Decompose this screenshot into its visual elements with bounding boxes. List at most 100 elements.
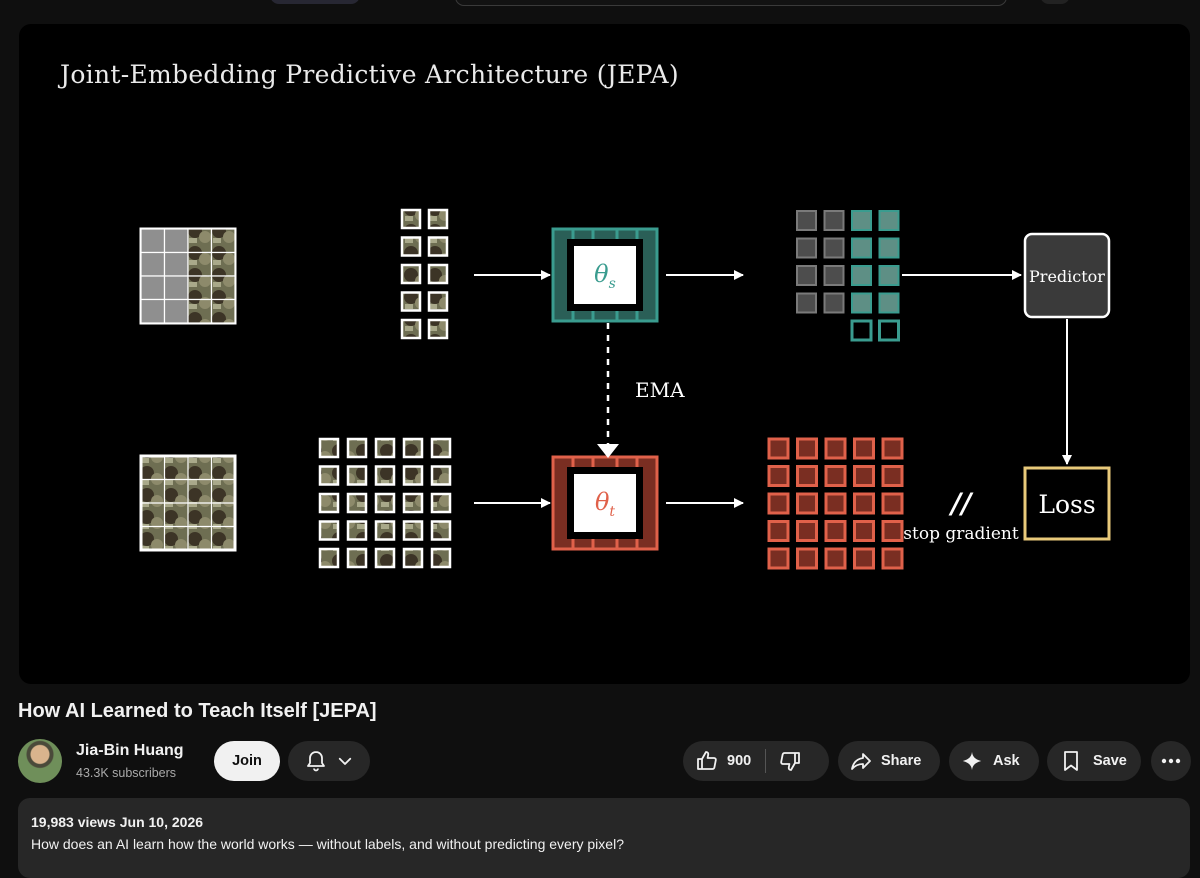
- masked-image-patch: [163, 228, 189, 254]
- target-embedding: [824, 492, 847, 515]
- context-embedding: [796, 237, 817, 259]
- target-input-patch: [430, 547, 452, 569]
- masked-image-patch: [187, 275, 213, 301]
- target-input-patch: [318, 437, 340, 459]
- masked-image-patch: [187, 251, 213, 277]
- target-input-patch: [402, 437, 424, 459]
- top-icon-button[interactable]: [1040, 0, 1070, 4]
- predictor-label: Predictor: [1029, 267, 1105, 286]
- target-embedding: [853, 520, 875, 542]
- masked-image-patch: [210, 275, 236, 301]
- context-embedding: [823, 210, 845, 231]
- target-embedding: [767, 437, 790, 460]
- share-icon: [851, 753, 871, 770]
- target-embedding: [881, 492, 904, 515]
- join-button[interactable]: Join: [214, 741, 280, 781]
- target-input-patch: [374, 547, 396, 569]
- target-input-patch: [346, 437, 368, 459]
- context-embedding: [878, 210, 900, 231]
- channel-avatar[interactable]: [18, 739, 62, 783]
- context-patch: [400, 318, 422, 340]
- description-box[interactable]: 19,983 views Jun 10, 2026 How does an AI…: [18, 798, 1190, 878]
- target-embedding: [881, 437, 904, 460]
- target-embedding: [767, 547, 790, 570]
- context-embedding: [796, 265, 817, 286]
- bookmark-icon: [1064, 751, 1078, 771]
- thumbs-up-icon[interactable]: [695, 749, 719, 773]
- share-button[interactable]: Share: [838, 741, 940, 781]
- jepa-diagram: θs θt EMA Predictor Loss // stop gradien…: [139, 208, 1111, 570]
- masked-image-patch: [140, 298, 166, 324]
- subscriber-count: 43.3K subscribers: [76, 766, 177, 780]
- chevron-down-icon: [338, 757, 352, 765]
- masked-image-patch: [187, 298, 213, 324]
- ask-button[interactable]: Ask: [949, 741, 1039, 781]
- target-embedding: [853, 465, 875, 487]
- target-embedding: [796, 547, 818, 570]
- target-input-patch: [318, 492, 340, 514]
- target-input-patch: [430, 465, 452, 486]
- target-embedding: [881, 547, 904, 570]
- context-embedding: [851, 265, 872, 286]
- save-button[interactable]: Save: [1047, 741, 1141, 781]
- search-bar[interactable]: [455, 0, 1007, 6]
- target-input-patch: [430, 520, 452, 541]
- like-dislike-group: 900: [683, 741, 829, 781]
- target-embedding: [767, 520, 790, 542]
- top-bar: [0, 0, 1200, 10]
- target-input-patch: [374, 465, 396, 486]
- target-input-patch: [346, 520, 368, 541]
- target-input-patch: [346, 465, 368, 486]
- target-embedding: [796, 437, 818, 460]
- video-title: How AI Learned to Teach Itself [JEPA]: [18, 700, 377, 722]
- target-embedding: [881, 465, 904, 487]
- target-embedding: [824, 437, 847, 460]
- target-embedding: [767, 465, 790, 487]
- target-input-patch: [402, 547, 424, 569]
- description-text: How does an AI learn how the world works…: [31, 836, 624, 852]
- slide-title: Joint-Embedding Predictive Architecture …: [60, 60, 679, 89]
- predicted-embedding: [850, 319, 873, 342]
- target-input-patch: [346, 492, 368, 514]
- target-embedding: [853, 437, 875, 460]
- like-count[interactable]: 900: [727, 753, 751, 769]
- target-input-patch: [318, 520, 340, 541]
- more-icon: [1161, 758, 1181, 764]
- context-patch: [400, 291, 422, 312]
- context-embedding: [823, 292, 845, 314]
- target-embedding: [824, 547, 847, 570]
- masked-image-patch: [210, 298, 236, 324]
- context-embedding: [878, 292, 900, 314]
- target-embedding: [796, 465, 818, 487]
- context-embedding: [851, 210, 872, 231]
- context-embedding: [851, 237, 872, 259]
- target-input-patch: [402, 465, 424, 486]
- more-actions-button[interactable]: [1151, 741, 1191, 781]
- channel-name[interactable]: Jia-Bin Huang: [76, 742, 184, 760]
- save-label: Save: [1093, 753, 1127, 769]
- target-input-patch: [318, 465, 340, 486]
- context-embedding: [878, 265, 900, 286]
- target-embedding: [796, 492, 818, 515]
- loss-label: Loss: [1038, 490, 1095, 519]
- ema-label: EMA: [635, 378, 685, 402]
- top-pill[interactable]: [270, 0, 360, 4]
- target-input-patch: [402, 492, 424, 514]
- target-input-patch: [374, 492, 396, 514]
- context-patch: [427, 318, 449, 340]
- video-player[interactable]: θs θt EMA Predictor Loss // stop gradien…: [19, 24, 1190, 684]
- target-embedding: [796, 520, 818, 542]
- target-input-patch: [402, 520, 424, 541]
- masked-image-patch: [140, 275, 166, 301]
- context-patch: [400, 208, 422, 230]
- stop-gradient-symbol: //: [948, 487, 974, 520]
- thumbs-down-icon[interactable]: [778, 749, 802, 773]
- context-embedding: [796, 210, 817, 231]
- notification-button[interactable]: [288, 741, 370, 781]
- context-embedding: [796, 292, 817, 314]
- context-patch: [400, 236, 422, 257]
- ask-label: Ask: [993, 753, 1020, 769]
- target-embedding: [881, 520, 904, 542]
- predicted-embedding: [878, 319, 900, 342]
- context-embedding: [851, 292, 872, 314]
